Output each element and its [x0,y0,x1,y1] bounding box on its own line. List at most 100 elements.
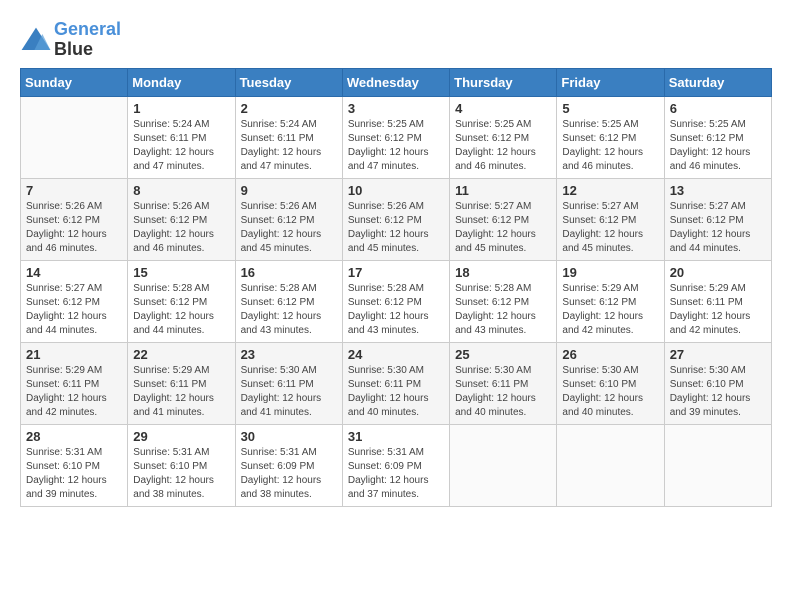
day-info: Sunrise: 5:25 AM Sunset: 6:12 PM Dayligh… [670,118,766,174]
day-info: Sunrise: 5:26 AM Sunset: 6:12 PM Dayligh… [241,200,337,256]
calendar-cell: 4 Sunrise: 5:25 AM Sunset: 6:12 PM Daylig… [450,96,557,178]
day-info: Sunrise: 5:26 AM Sunset: 6:12 PM Dayligh… [26,200,122,256]
day-number: 22 [133,347,229,362]
day-info: Sunrise: 5:30 AM Sunset: 6:11 PM Dayligh… [455,364,551,420]
calendar-cell: 18Sunrise: 5:28 AM Sunset: 6:12 PM Dayli… [450,260,557,342]
day-number: 24 [348,347,444,362]
day-info: Sunrise: 5:30 AM Sunset: 6:10 PM Dayligh… [562,364,658,420]
header: General Blue [20,20,772,60]
calendar-cell: 27Sunrise: 5:30 AM Sunset: 6:10 PM Dayli… [664,342,771,424]
day-info: Sunrise: 5:30 AM Sunset: 6:11 PM Dayligh… [348,364,444,420]
day-info: Sunrise: 5:27 AM Sunset: 6:12 PM Dayligh… [26,282,122,338]
day-number: 21 [26,347,122,362]
calendar-week-row: 14 Sunrise: 5:27 AM Sunset: 6:12 PM Dayli… [21,260,772,342]
calendar-cell: 9 Sunrise: 5:26 AM Sunset: 6:12 PM Daylig… [235,178,342,260]
day-number: 25 [455,347,551,362]
day-info: Sunrise: 5:31 AM Sunset: 6:09 PM Dayligh… [348,446,444,502]
day-number: 28 [26,429,122,444]
calendar-cell [450,424,557,506]
calendar-cell: 8 Sunrise: 5:26 AM Sunset: 6:12 PM Daylig… [128,178,235,260]
day-number: 29 [133,429,229,444]
calendar-cell: 28 Sunrise: 5:31 AM Sunset: 6:10 PM Dayli… [21,424,128,506]
calendar-table: SundayMondayTuesdayWednesdayThursdayFrid… [20,68,772,507]
day-number: 6 [670,101,766,116]
calendar-week-row: 28 Sunrise: 5:31 AM Sunset: 6:10 PM Dayli… [21,424,772,506]
calendar-cell: 21 Sunrise: 5:29 AM Sunset: 6:11 PM Dayli… [21,342,128,424]
day-number: 15 [133,265,229,280]
calendar-cell: 20 Sunrise: 5:29 AM Sunset: 6:11 PM Dayli… [664,260,771,342]
day-number: 12 [562,183,658,198]
day-info: Sunrise: 5:29 AM Sunset: 6:11 PM Dayligh… [133,364,229,420]
day-number: 2 [241,101,337,116]
day-number: 20 [670,265,766,280]
calendar-cell: 10Sunrise: 5:26 AM Sunset: 6:12 PM Dayli… [342,178,449,260]
calendar-cell: 16 Sunrise: 5:28 AM Sunset: 6:12 PM Dayli… [235,260,342,342]
day-info: Sunrise: 5:31 AM Sunset: 6:09 PM Dayligh… [241,446,337,502]
day-number: 3 [348,101,444,116]
day-number: 30 [241,429,337,444]
day-number: 17 [348,265,444,280]
calendar-week-row: 7 Sunrise: 5:26 AM Sunset: 6:12 PM Daylig… [21,178,772,260]
day-info: Sunrise: 5:24 AM Sunset: 6:11 PM Dayligh… [241,118,337,174]
calendar-header-saturday: Saturday [664,68,771,96]
day-info: Sunrise: 5:25 AM Sunset: 6:12 PM Dayligh… [562,118,658,174]
calendar-cell: 30 Sunrise: 5:31 AM Sunset: 6:09 PM Dayli… [235,424,342,506]
calendar-header-sunday: Sunday [21,68,128,96]
day-info: Sunrise: 5:28 AM Sunset: 6:12 PM Dayligh… [348,282,444,338]
calendar-cell: 14 Sunrise: 5:27 AM Sunset: 6:12 PM Dayli… [21,260,128,342]
calendar-cell: 15 Sunrise: 5:28 AM Sunset: 6:12 PM Dayli… [128,260,235,342]
day-number: 5 [562,101,658,116]
day-number: 23 [241,347,337,362]
day-info: Sunrise: 5:25 AM Sunset: 6:12 PM Dayligh… [455,118,551,174]
logo-area: General Blue [20,20,121,60]
day-number: 19 [562,265,658,280]
calendar-cell: 31 Sunrise: 5:31 AM Sunset: 6:09 PM Dayli… [342,424,449,506]
day-info: Sunrise: 5:25 AM Sunset: 6:12 PM Dayligh… [348,118,444,174]
day-number: 7 [26,183,122,198]
day-number: 11 [455,183,551,198]
day-info: Sunrise: 5:29 AM Sunset: 6:12 PM Dayligh… [562,282,658,338]
calendar-header-friday: Friday [557,68,664,96]
calendar-cell: 5 Sunrise: 5:25 AM Sunset: 6:12 PM Daylig… [557,96,664,178]
day-info: Sunrise: 5:24 AM Sunset: 6:11 PM Dayligh… [133,118,229,174]
day-info: Sunrise: 5:31 AM Sunset: 6:10 PM Dayligh… [26,446,122,502]
logo-icon [20,26,52,54]
calendar-cell: 22 Sunrise: 5:29 AM Sunset: 6:11 PM Dayli… [128,342,235,424]
calendar-week-row: 1 Sunrise: 5:24 AM Sunset: 6:11 PM Daylig… [21,96,772,178]
day-info: Sunrise: 5:29 AM Sunset: 6:11 PM Dayligh… [670,282,766,338]
calendar-header-wednesday: Wednesday [342,68,449,96]
calendar-cell: 11Sunrise: 5:27 AM Sunset: 6:12 PM Dayli… [450,178,557,260]
calendar-cell: 23 Sunrise: 5:30 AM Sunset: 6:11 PM Dayli… [235,342,342,424]
day-number: 31 [348,429,444,444]
calendar-cell: 3 Sunrise: 5:25 AM Sunset: 6:12 PM Daylig… [342,96,449,178]
day-info: Sunrise: 5:28 AM Sunset: 6:12 PM Dayligh… [241,282,337,338]
day-info: Sunrise: 5:26 AM Sunset: 6:12 PM Dayligh… [348,200,444,256]
day-number: 8 [133,183,229,198]
day-info: Sunrise: 5:31 AM Sunset: 6:10 PM Dayligh… [133,446,229,502]
calendar-cell: 26 Sunrise: 5:30 AM Sunset: 6:10 PM Dayli… [557,342,664,424]
day-number: 9 [241,183,337,198]
day-info: Sunrise: 5:30 AM Sunset: 6:10 PM Dayligh… [670,364,766,420]
day-number: 14 [26,265,122,280]
day-number: 16 [241,265,337,280]
day-number: 4 [455,101,551,116]
calendar-cell: 12Sunrise: 5:27 AM Sunset: 6:12 PM Dayli… [557,178,664,260]
calendar-week-row: 21 Sunrise: 5:29 AM Sunset: 6:11 PM Dayli… [21,342,772,424]
calendar-cell: 6 Sunrise: 5:25 AM Sunset: 6:12 PM Daylig… [664,96,771,178]
day-info: Sunrise: 5:30 AM Sunset: 6:11 PM Dayligh… [241,364,337,420]
day-info: Sunrise: 5:29 AM Sunset: 6:11 PM Dayligh… [26,364,122,420]
day-number: 26 [562,347,658,362]
calendar-cell [557,424,664,506]
day-info: Sunrise: 5:27 AM Sunset: 6:12 PM Dayligh… [670,200,766,256]
calendar-cell: 1 Sunrise: 5:24 AM Sunset: 6:11 PM Daylig… [128,96,235,178]
day-info: Sunrise: 5:26 AM Sunset: 6:12 PM Dayligh… [133,200,229,256]
calendar-cell: 7 Sunrise: 5:26 AM Sunset: 6:12 PM Daylig… [21,178,128,260]
calendar-cell: 24 Sunrise: 5:30 AM Sunset: 6:11 PM Dayli… [342,342,449,424]
calendar-cell: 29 Sunrise: 5:31 AM Sunset: 6:10 PM Dayli… [128,424,235,506]
day-number: 13 [670,183,766,198]
day-number: 18 [455,265,551,280]
day-number: 1 [133,101,229,116]
day-info: Sunrise: 5:28 AM Sunset: 6:12 PM Dayligh… [133,282,229,338]
calendar-cell: 13 Sunrise: 5:27 AM Sunset: 6:12 PM Dayli… [664,178,771,260]
calendar-cell: 2 Sunrise: 5:24 AM Sunset: 6:11 PM Daylig… [235,96,342,178]
